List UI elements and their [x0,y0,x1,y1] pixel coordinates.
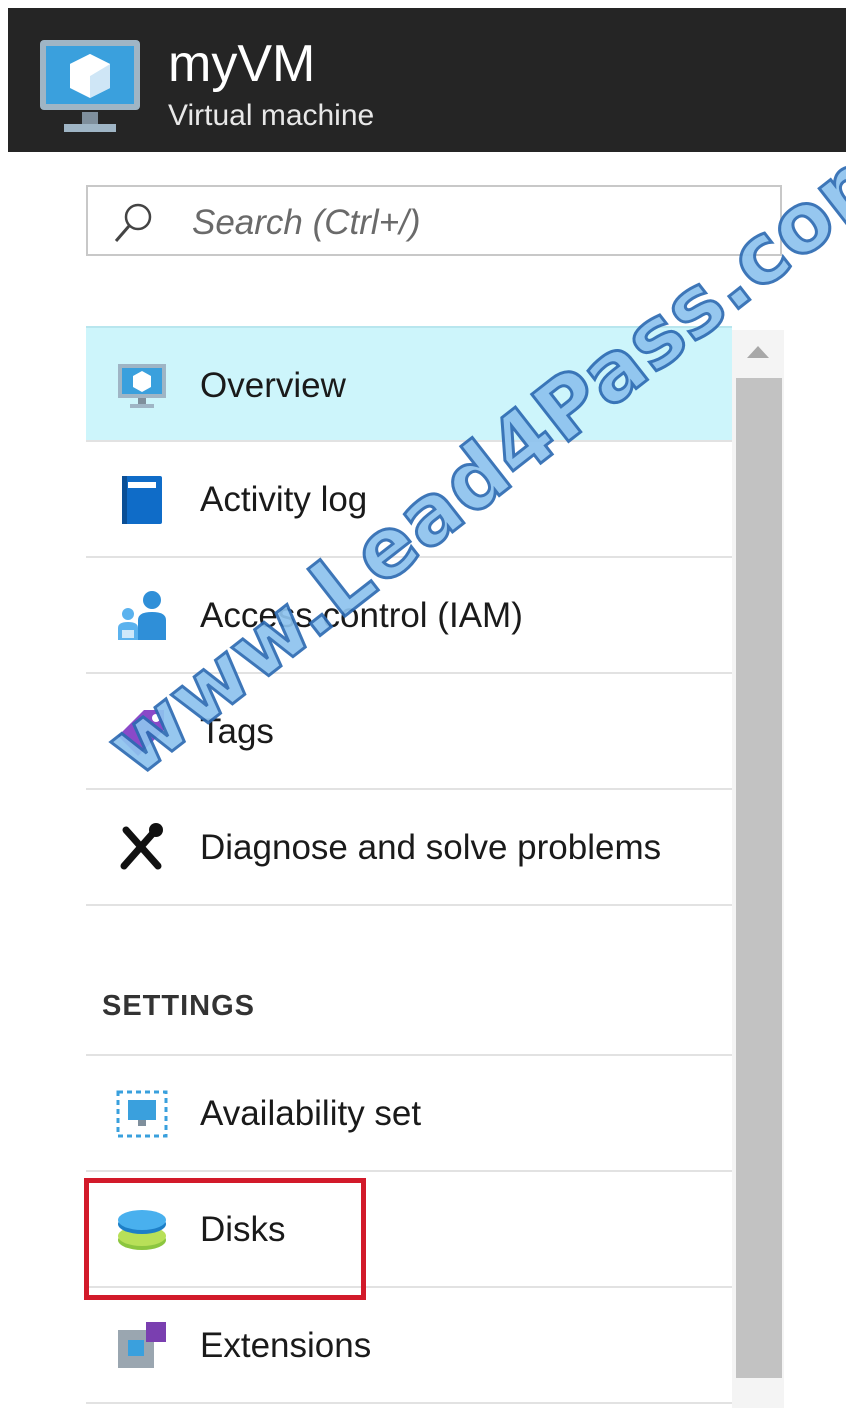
menu-item-overview[interactable]: Overview [86,326,732,442]
availability-set-icon [116,1090,168,1138]
wrench-icon [120,823,163,870]
menu-item-label: Overview [200,366,346,405]
overview-icon [118,364,166,408]
menu-item-label: Access control (IAM) [200,596,523,635]
menu-item-diagnose[interactable]: Diagnose and solve problems [86,790,732,906]
activity-log-icon [122,476,162,524]
menu-item-label: Diagnose and solve problems [200,828,662,867]
settings-section-header: SETTINGS [86,906,732,1056]
menu-item-access-control[interactable]: Access control (IAM) [86,558,732,674]
menu-item-extensions[interactable]: Extensions [86,1288,732,1404]
access-control-icon [118,591,166,640]
resource-type: Virtual machine [168,99,375,132]
section-label: SETTINGS [102,990,256,1022]
scroll-up-arrow-icon[interactable] [744,340,772,364]
tag-icon [118,710,164,756]
scrollbar-thumb[interactable] [736,378,782,1378]
menu-item-tags[interactable]: Tags [86,674,732,790]
menu-item-label: Tags [200,712,274,751]
menu-item-activity-log[interactable]: Activity log [86,442,732,558]
search-icon [114,203,152,242]
menu-item-label: Extensions [200,1326,372,1365]
resource-name: myVM [168,35,316,93]
extensions-icon [118,1322,166,1368]
search-input[interactable]: Search (Ctrl+/) [86,185,782,256]
search-placeholder: Search (Ctrl+/) [192,203,421,242]
menu-item-label: Availability set [200,1094,422,1133]
virtual-machine-icon [40,40,140,132]
disks-highlight-box [84,1178,366,1300]
menu-item-availability-set[interactable]: Availability set [86,1056,732,1172]
resource-header: myVM Virtual machine [8,8,846,152]
menu-item-label: Activity log [200,480,368,519]
